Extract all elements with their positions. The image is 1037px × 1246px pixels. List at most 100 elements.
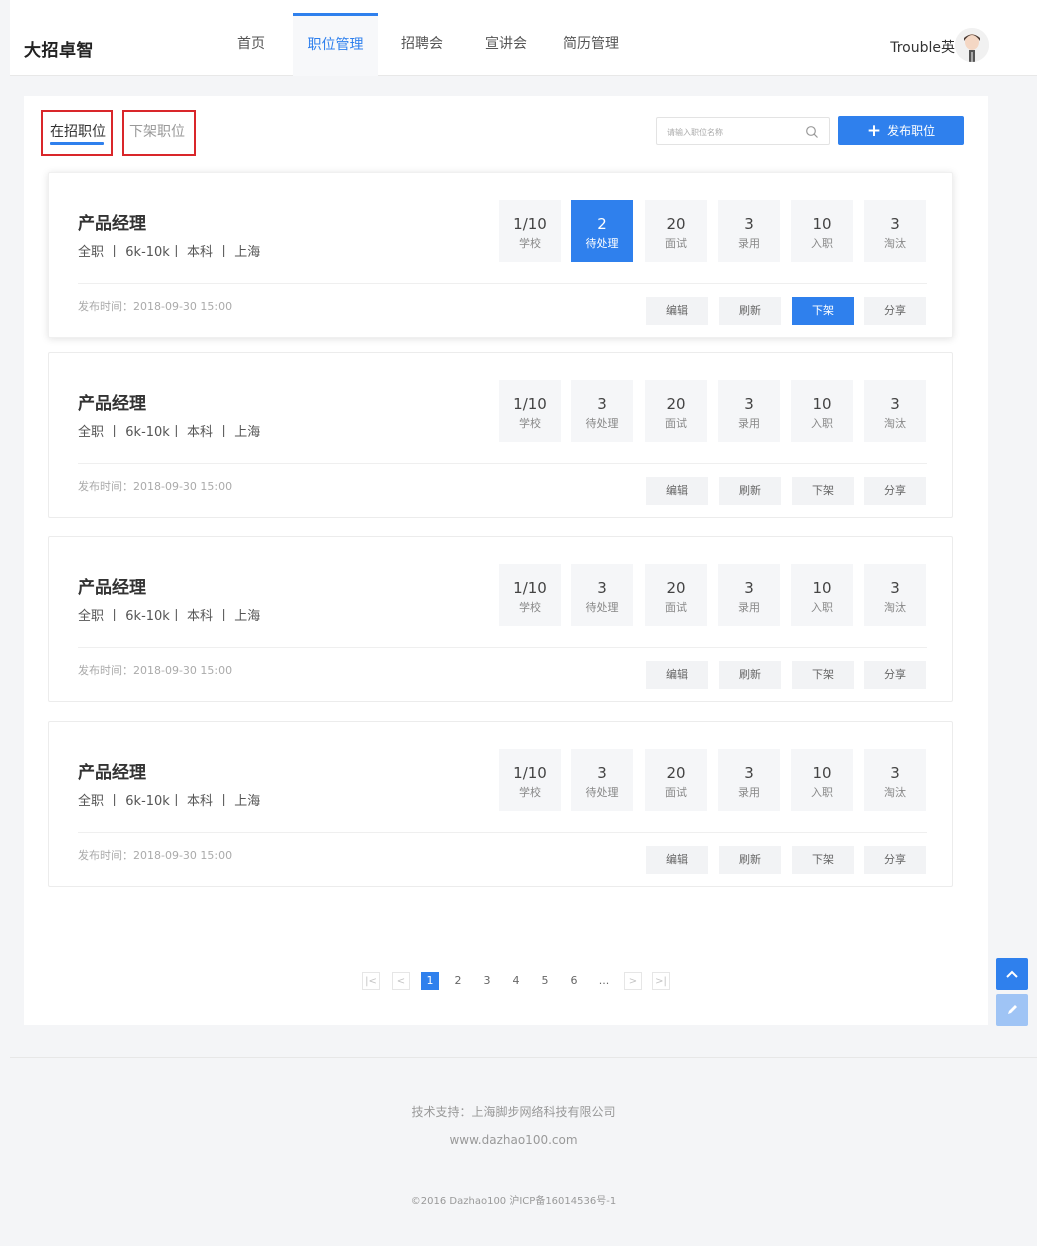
stat-school[interactable]: 1/10 学校	[499, 380, 561, 442]
stat-value: 3	[597, 579, 607, 597]
refresh-button[interactable]: 刷新	[719, 477, 781, 505]
nav-item-job-fair[interactable]: 招聘会	[396, 13, 448, 76]
edit-button[interactable]: 编辑	[646, 477, 708, 505]
edit-button[interactable]: 编辑	[646, 846, 708, 874]
take-offline-button[interactable]: 下架	[792, 297, 854, 325]
stat-label: 待处理	[585, 601, 619, 614]
share-button[interactable]: 分享	[864, 846, 926, 874]
stat-hired[interactable]: 3 录用	[718, 200, 780, 262]
job-title[interactable]: 产品经理	[78, 573, 146, 598]
stat-eliminated[interactable]: 3 淘汰	[864, 200, 926, 262]
take-offline-button[interactable]: 下架	[792, 846, 854, 874]
job-card[interactable]: 产品经理 全职 丨 6k-10k丨 本科 丨 上海 1/10 学校 2 待处理 20…	[48, 172, 953, 338]
footer-website-link[interactable]: www.dazhao100.com	[10, 1133, 1017, 1147]
chevron-up-icon	[1006, 970, 1018, 978]
card-divider	[78, 647, 927, 648]
stat-interview[interactable]: 20 面试	[645, 200, 707, 262]
page-6-button[interactable]: 6	[566, 972, 582, 990]
stat-label: 面试	[665, 786, 687, 799]
stat-label: 待处理	[585, 786, 619, 799]
footer-divider	[10, 1057, 1037, 1058]
nav-item-resume-management[interactable]: 简历管理	[561, 13, 621, 76]
stat-school[interactable]: 1/10 学校	[499, 564, 561, 626]
stat-onboarded[interactable]: 10 入职	[791, 749, 853, 811]
job-title[interactable]: 产品经理	[78, 209, 146, 234]
job-card[interactable]: 产品经理 全职 丨 6k-10k丨 本科 丨 上海 1/10 学校 3 待处理 20…	[48, 536, 953, 702]
page-3-button[interactable]: 3	[479, 972, 495, 990]
job-list-panel: 在招职位 下架职位 + 发布职位 产品经理 全职 丨 6k-10k丨 本科 丨 上…	[24, 96, 988, 1025]
stat-hired[interactable]: 3 录用	[718, 564, 780, 626]
edit-float-button[interactable]	[996, 994, 1028, 1026]
stat-hired[interactable]: 3 录用	[718, 749, 780, 811]
stat-label: 学校	[519, 417, 541, 430]
tab-label: 下架职位	[129, 124, 185, 140]
stat-eliminated[interactable]: 3 淘汰	[864, 380, 926, 442]
stat-value: 3	[744, 579, 754, 597]
stat-value: 20	[666, 764, 686, 782]
share-button[interactable]: 分享	[864, 297, 926, 325]
tab-offline-jobs[interactable]: 下架职位	[122, 110, 196, 156]
stat-onboarded[interactable]: 10 入职	[791, 380, 853, 442]
stat-value: 20	[666, 579, 686, 597]
last-page-button[interactable]: >|	[652, 972, 670, 990]
edit-button[interactable]: 编辑	[646, 297, 708, 325]
page-1-button[interactable]: 1	[421, 972, 439, 990]
brand-logo[interactable]: 大招卓智	[24, 36, 94, 61]
stat-interview[interactable]: 20 面试	[645, 380, 707, 442]
share-button[interactable]: 分享	[864, 661, 926, 689]
edit-button[interactable]: 编辑	[646, 661, 708, 689]
refresh-button[interactable]: 刷新	[719, 661, 781, 689]
tab-active-jobs[interactable]: 在招职位	[41, 110, 113, 156]
share-button[interactable]: 分享	[864, 477, 926, 505]
stat-pending[interactable]: 3 待处理	[571, 749, 633, 811]
take-offline-button[interactable]: 下架	[792, 661, 854, 689]
publish-time: 发布时间：2018-09-30 15:00	[78, 849, 233, 862]
stat-school[interactable]: 1/10 学校	[499, 200, 561, 262]
refresh-button[interactable]: 刷新	[719, 297, 781, 325]
stat-value: 3	[744, 764, 754, 782]
first-page-button[interactable]: |<	[362, 972, 380, 990]
stat-eliminated[interactable]: 3 淘汰	[864, 749, 926, 811]
stat-value: 3	[890, 579, 900, 597]
prev-page-button[interactable]: <	[392, 972, 410, 990]
job-card[interactable]: 产品经理 全职 丨 6k-10k丨 本科 丨 上海 1/10 学校 3 待处理 20…	[48, 721, 953, 887]
job-meta: 全职 丨 6k-10k丨 本科 丨 上海	[78, 609, 261, 624]
job-card[interactable]: 产品经理 全职 丨 6k-10k丨 本科 丨 上海 1/10 学校 3 待处理 20…	[48, 352, 953, 518]
search-icon[interactable]	[805, 124, 819, 143]
stat-label: 待处理	[585, 417, 619, 430]
user-name[interactable]: Trouble英	[890, 37, 955, 57]
publish-time: 发布时间：2018-09-30 15:00	[78, 480, 233, 493]
search-input[interactable]	[667, 124, 797, 140]
page: 大招卓智 首页 职位管理 招聘会 宣讲会 简历管理 Trouble英 在招职位 …	[10, 0, 1037, 1246]
take-offline-button[interactable]: 下架	[792, 477, 854, 505]
page-5-button[interactable]: 5	[537, 972, 553, 990]
stat-value: 10	[812, 764, 832, 782]
back-to-top-button[interactable]	[996, 958, 1028, 990]
stat-interview[interactable]: 20 面试	[645, 564, 707, 626]
stat-eliminated[interactable]: 3 淘汰	[864, 564, 926, 626]
stat-pending[interactable]: 3 待处理	[571, 380, 633, 442]
nav-item-home[interactable]: 首页	[230, 13, 272, 76]
stat-pending[interactable]: 2 待处理	[571, 200, 633, 262]
stat-value: 1/10	[513, 215, 547, 233]
page-2-button[interactable]: 2	[450, 972, 466, 990]
stat-onboarded[interactable]: 10 入职	[791, 200, 853, 262]
refresh-button[interactable]: 刷新	[719, 846, 781, 874]
job-title[interactable]: 产品经理	[78, 389, 146, 414]
stat-hired[interactable]: 3 录用	[718, 380, 780, 442]
stat-interview[interactable]: 20 面试	[645, 749, 707, 811]
job-title[interactable]: 产品经理	[78, 758, 146, 783]
pencil-icon	[1008, 1005, 1017, 1014]
stat-value: 3	[597, 764, 607, 782]
nav-item-info-session[interactable]: 宣讲会	[480, 13, 532, 76]
stat-onboarded[interactable]: 10 入职	[791, 564, 853, 626]
avatar[interactable]	[955, 28, 989, 62]
stat-school[interactable]: 1/10 学校	[499, 749, 561, 811]
next-page-button[interactable]: >	[624, 972, 642, 990]
page-4-button[interactable]: 4	[508, 972, 524, 990]
job-meta: 全职 丨 6k-10k丨 本科 丨 上海	[78, 425, 261, 440]
stat-pending[interactable]: 3 待处理	[571, 564, 633, 626]
publish-job-button[interactable]: + 发布职位	[838, 116, 964, 145]
stat-label: 录用	[738, 417, 760, 430]
nav-item-job-management[interactable]: 职位管理	[293, 13, 378, 76]
